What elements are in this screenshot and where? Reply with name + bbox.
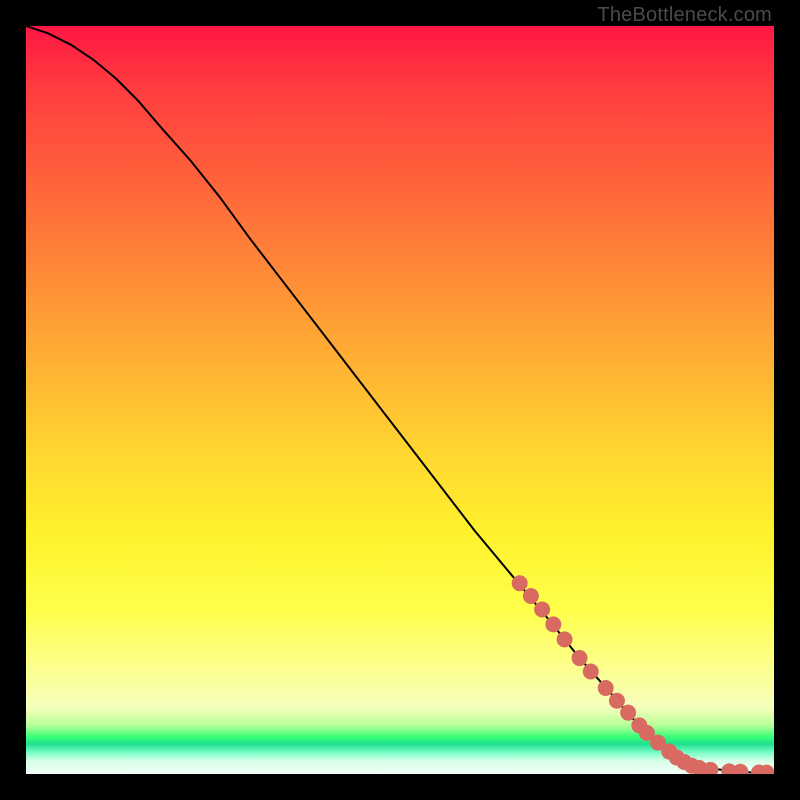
highlight-dot bbox=[572, 651, 587, 666]
highlight-dot bbox=[669, 750, 684, 765]
highlight-dot bbox=[639, 725, 654, 740]
watermark-text: TheBottleneck.com bbox=[597, 4, 772, 27]
highlight-dot bbox=[651, 735, 666, 750]
chart-frame: TheBottleneck.com bbox=[0, 0, 800, 800]
plot-area bbox=[26, 26, 774, 774]
highlight-dot bbox=[733, 764, 748, 774]
dots-group bbox=[512, 576, 774, 774]
highlight-dot bbox=[632, 718, 647, 733]
chart-overlay bbox=[26, 26, 774, 774]
highlight-dot bbox=[609, 693, 624, 708]
highlight-dot bbox=[684, 758, 699, 773]
highlight-dot bbox=[692, 761, 707, 774]
highlight-dot bbox=[535, 602, 550, 617]
highlight-dot bbox=[662, 744, 677, 759]
highlight-dot bbox=[546, 617, 561, 632]
curve-line bbox=[26, 26, 774, 773]
highlight-dot bbox=[752, 765, 767, 774]
highlight-dot bbox=[583, 664, 598, 679]
highlight-dot bbox=[722, 764, 737, 774]
highlight-dot bbox=[523, 588, 538, 603]
highlight-dot bbox=[759, 765, 774, 774]
highlight-dot bbox=[557, 632, 572, 647]
highlight-dot bbox=[703, 762, 718, 774]
highlight-dot bbox=[598, 680, 613, 695]
highlight-dot bbox=[512, 576, 527, 591]
highlight-dot bbox=[677, 755, 692, 770]
highlight-dot bbox=[621, 705, 636, 720]
